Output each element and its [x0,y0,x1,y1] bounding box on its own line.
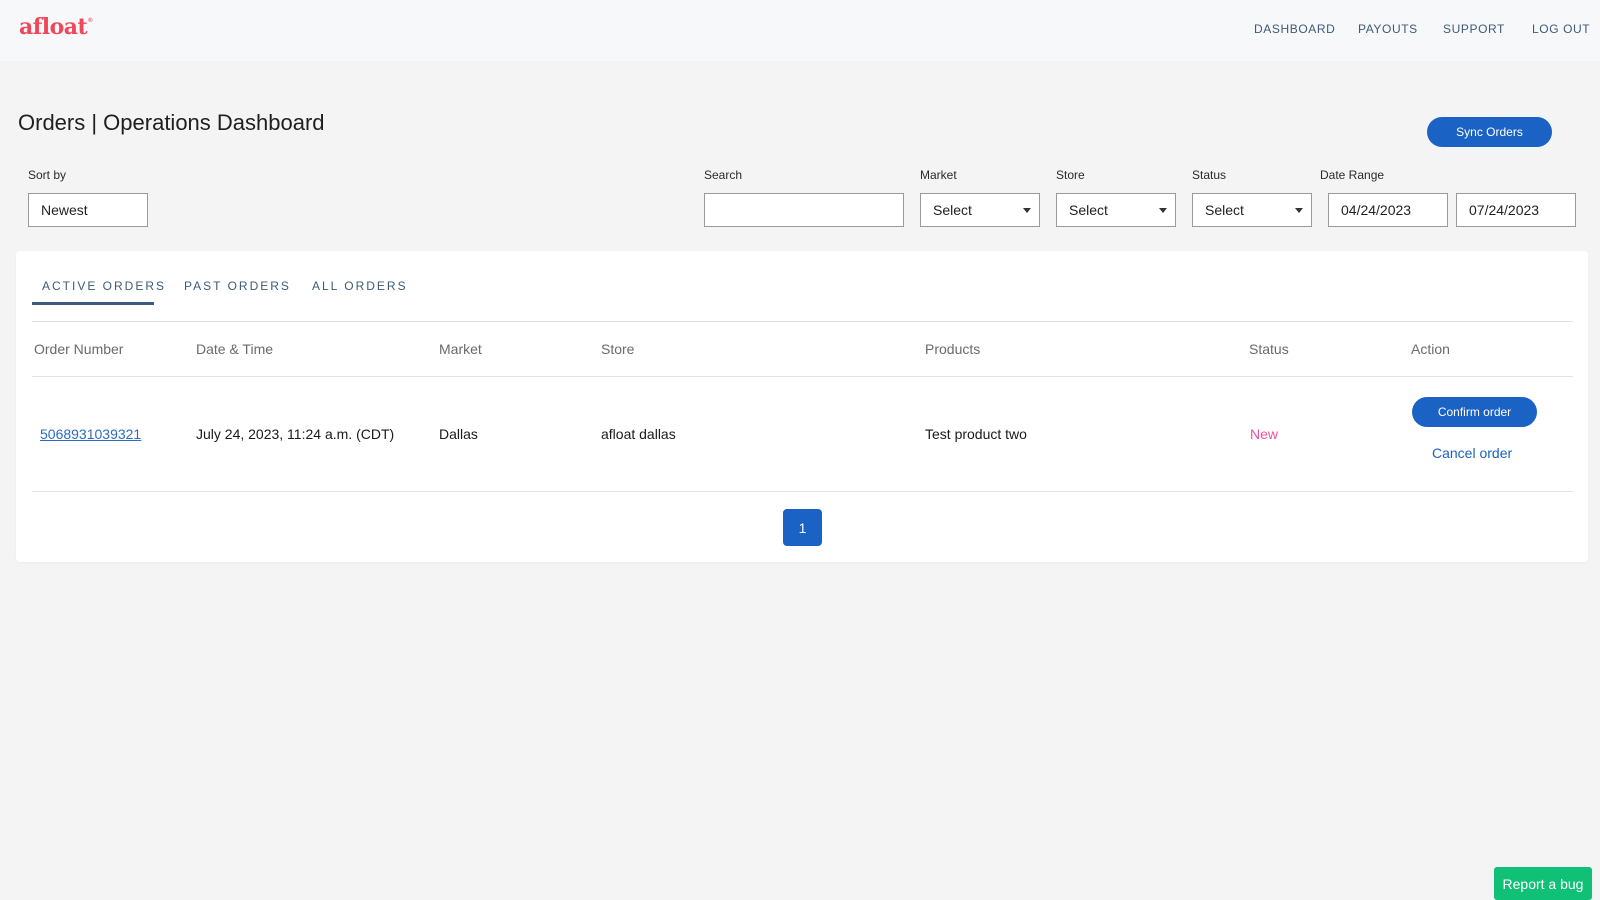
col-store: Store [601,341,635,357]
orders-card: ACTIVE ORDERS PAST ORDERS ALL ORDERS Ord… [16,251,1588,562]
market-select[interactable]: Select [920,193,1040,227]
caret-down-icon [1159,208,1167,213]
sort-by-value: Newest [41,202,88,218]
order-date-time: July 24, 2023, 11:24 a.m. (CDT) [196,426,395,442]
sort-by-label: Sort by [28,168,67,182]
status-select[interactable]: Select [1192,193,1312,227]
caret-down-icon [1295,208,1303,213]
store-value: Select [1069,202,1108,218]
nav-support[interactable]: SUPPORT [1443,22,1505,36]
order-status-badge: New [1250,426,1279,442]
date-from-value: 04/24/2023 [1341,202,1412,218]
nav-log-out[interactable]: LOG OUT [1532,22,1590,36]
pagination-page-1[interactable]: 1 [783,509,822,546]
order-store: afloat dallas [601,426,676,442]
top-navbar: afloat® DASHBOARD PAYOUTS SUPPORT LOG OU… [0,0,1600,61]
active-tab-indicator [32,302,154,305]
header-divider [32,376,1573,377]
status-label: Status [1192,168,1227,182]
market-value: Select [933,202,972,218]
sort-by-select[interactable]: Newest [28,193,148,227]
status-value: Select [1205,202,1244,218]
date-to-field[interactable]: 07/24/2023 [1456,193,1576,227]
tab-past-orders[interactable]: PAST ORDERS [184,279,291,293]
search-label: Search [704,168,743,182]
confirm-order-button[interactable]: Confirm order [1412,397,1537,427]
date-range-label: Date Range [1320,168,1385,182]
store-label: Store [1056,168,1085,182]
sync-orders-button[interactable]: Sync Orders [1427,117,1552,147]
tabs-divider [32,321,1573,322]
row-divider [32,491,1573,492]
nav-dashboard[interactable]: DASHBOARD [1254,22,1335,36]
col-order-number: Order Number [34,341,124,357]
tab-active-orders[interactable]: ACTIVE ORDERS [42,279,166,293]
cancel-order-link[interactable]: Cancel order [1432,445,1512,461]
col-date-time: Date & Time [196,341,274,357]
order-products: Test product two [925,426,1027,442]
col-status: Status [1249,341,1289,357]
report-bug-button[interactable]: Report a bug [1494,867,1592,900]
col-action: Action [1411,341,1450,357]
tab-all-orders[interactable]: ALL ORDERS [312,279,408,293]
search-field[interactable] [704,193,904,227]
search-input[interactable] [709,194,903,226]
order-number-link[interactable]: 5068931039321 [40,426,141,442]
col-market: Market [439,341,482,357]
main-nav: DASHBOARD PAYOUTS SUPPORT LOG OUT [0,22,1600,38]
date-to-value: 07/24/2023 [1469,202,1540,218]
page-title: Orders | Operations Dashboard [18,110,325,135]
order-market: Dallas [439,426,478,442]
caret-down-icon [1023,208,1031,213]
store-select[interactable]: Select [1056,193,1176,227]
nav-payouts[interactable]: PAYOUTS [1358,22,1418,36]
col-products: Products [925,341,981,357]
date-from-field[interactable]: 04/24/2023 [1328,193,1448,227]
market-label: Market [920,168,957,182]
